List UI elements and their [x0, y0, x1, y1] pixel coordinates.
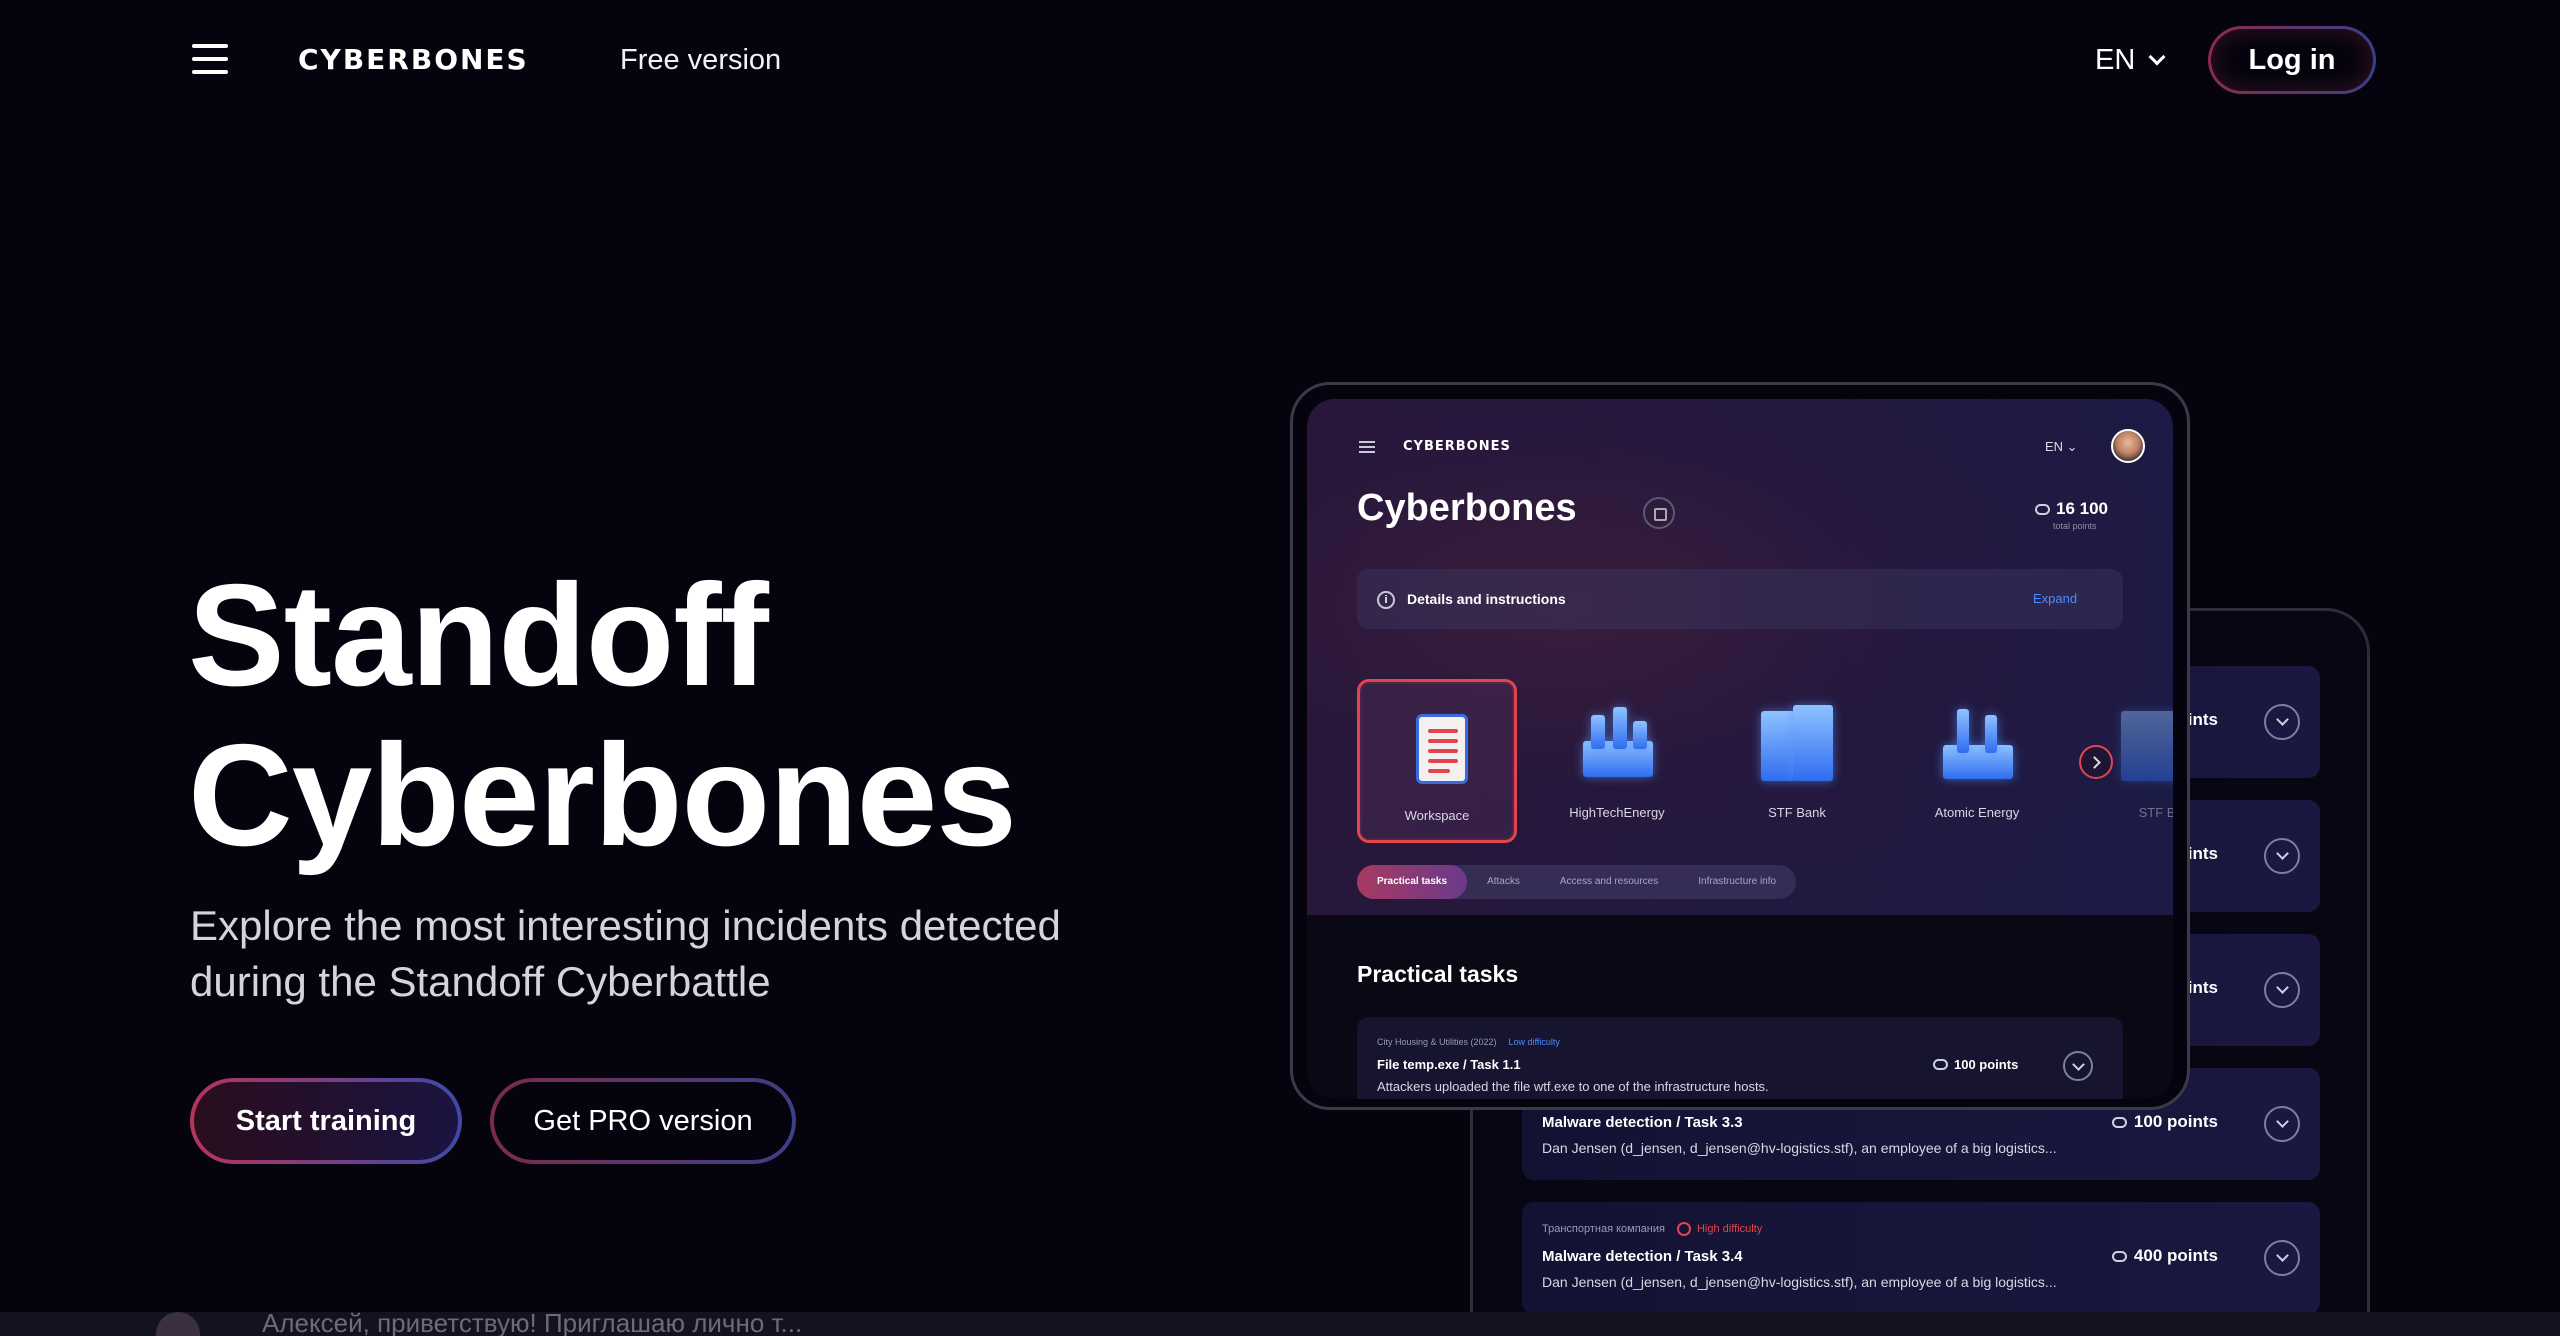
- document-icon: [1400, 704, 1480, 794]
- top-nav: CYBERBONES Free version EN Log in: [0, 0, 2560, 120]
- task-points: 100 points: [1933, 1057, 2018, 1072]
- coin-icon: [2111, 1250, 2127, 1262]
- device-screen: CYBERBONES EN ⌄ Cyberbones 16 100 total …: [1307, 399, 2173, 1099]
- bank-icon: [1757, 701, 1837, 791]
- task-points-value: 400 points: [2133, 1246, 2218, 1265]
- menu-icon[interactable]: [192, 44, 228, 74]
- section-title: Practical tasks: [1357, 961, 1519, 987]
- carousel-next-icon[interactable]: [2079, 745, 2113, 779]
- task-points: ints: [2187, 710, 2218, 729]
- category-label: HighTechEnergy: [1569, 805, 1665, 820]
- task-points-value: 100 points: [2133, 1112, 2218, 1131]
- notification-text: Алексей, приветствую! Приглашаю лично т.…: [262, 1308, 803, 1336]
- language-selector[interactable]: EN: [2095, 44, 2166, 77]
- task-difficulty: High difficulty: [1677, 1222, 1762, 1236]
- coin-icon: [2111, 1116, 2127, 1128]
- notification-strip[interactable]: Алексей, приветствую! Приглашаю лично т.…: [0, 1308, 2560, 1336]
- expand-chevron-icon[interactable]: [2264, 1106, 2300, 1142]
- category-card-atomic-energy[interactable]: Atomic Energy: [1897, 679, 2057, 843]
- details-label: Details and instructions: [1407, 591, 1566, 607]
- total-points-value: 16 100: [2056, 499, 2108, 518]
- avatar: [156, 1312, 200, 1336]
- task-points: ints: [2187, 844, 2218, 863]
- task-meta: City Housing & Utilities (2022) Low diff…: [1377, 1037, 1560, 1047]
- task-description: Dan Jensen (d_jensen, d_jensen@hv-logist…: [1542, 1140, 2057, 1156]
- app-language-selector[interactable]: EN ⌄: [2045, 439, 2078, 455]
- task-points: ints: [2187, 978, 2218, 997]
- expand-chevron-icon[interactable]: [2063, 1051, 2093, 1081]
- coin-icon: [2035, 503, 2050, 515]
- hero-title: Standoff Cyberbones: [188, 554, 1017, 876]
- expand-link[interactable]: Expand: [2033, 591, 2077, 606]
- task-category: City Housing & Utilities (2022): [1377, 1037, 1497, 1047]
- total-points-label: total points: [2053, 521, 2097, 531]
- expand-chevron-icon[interactable]: [2264, 972, 2300, 1008]
- task-description: Attackers uploaded the file wtf.exe to o…: [1377, 1079, 1769, 1094]
- task-meta: Транспортная компания High difficulty: [1542, 1222, 1762, 1236]
- back-task-row: Транспортная компания High difficulty Ma…: [1522, 1202, 2320, 1314]
- tab-access-and-resources[interactable]: Access and resources: [1540, 865, 1678, 899]
- category-card-stf-bank[interactable]: STF Bank: [1717, 679, 1877, 843]
- external-link-icon[interactable]: [1643, 497, 1675, 529]
- start-training-button[interactable]: Start training: [190, 1078, 462, 1164]
- front-device-preview: CYBERBONES EN ⌄ Cyberbones 16 100 total …: [1290, 382, 2190, 1110]
- free-version-label: Free version: [620, 44, 782, 76]
- avatar[interactable]: [2111, 429, 2145, 463]
- app-logo: CYBERBONES: [1403, 439, 1511, 454]
- app-language-label: EN: [2045, 439, 2064, 454]
- expand-chevron-icon[interactable]: [2264, 704, 2300, 740]
- category-card-workspace[interactable]: Workspace: [1357, 679, 1517, 843]
- task-title: Malware detection / Task 3.4: [1542, 1248, 1743, 1265]
- details-panel[interactable]: i Details and instructions Expand: [1357, 569, 2123, 629]
- factory-icon: [1577, 701, 1657, 791]
- hero-title-line2: Cyberbones: [188, 714, 1017, 876]
- expand-chevron-icon[interactable]: [2264, 838, 2300, 874]
- bank-icon: [2117, 701, 2173, 791]
- tab-bar: Practical tasks Attacks Access and resou…: [1357, 865, 1797, 899]
- category-label: Workspace: [1404, 808, 1470, 823]
- language-label: EN: [2095, 44, 2136, 76]
- login-button[interactable]: Log in: [2208, 26, 2376, 94]
- hero-subtitle: Explore the most interesting incidents d…: [190, 902, 1061, 1005]
- task-difficulty: Low difficulty: [1508, 1037, 1560, 1047]
- task-points: 400 points: [2111, 1246, 2218, 1266]
- category-label: STF Bank: [1768, 805, 1826, 820]
- task-description: Dan Jensen (d_jensen, d_jensen@hv-logist…: [1542, 1274, 2057, 1290]
- total-points: 16 100: [2035, 499, 2108, 519]
- info-icon: i: [1377, 591, 1395, 609]
- task-title: File temp.exe / Task 1.1: [1377, 1057, 1521, 1072]
- power-plant-icon: [1937, 701, 2017, 791]
- task-category: Транспортная компания: [1542, 1223, 1665, 1235]
- tab-infrastructure-info[interactable]: Infrastructure info: [1678, 865, 1796, 899]
- category-label: STF B: [2138, 805, 2173, 820]
- tab-practical-tasks[interactable]: Practical tasks: [1357, 865, 1468, 899]
- expand-chevron-icon[interactable]: [2264, 1240, 2300, 1276]
- app-page-title: Cyberbones: [1357, 487, 1577, 529]
- task-title: Malware detection / Task 3.3: [1542, 1114, 1743, 1131]
- coin-icon: [1933, 1059, 1948, 1070]
- task-card[interactable]: City Housing & Utilities (2022) Low diff…: [1357, 1017, 2123, 1099]
- hero-title-line1: Standoff: [188, 554, 769, 716]
- logo[interactable]: CYBERBONES: [298, 43, 529, 76]
- task-points-value: 100 points: [1954, 1057, 2019, 1072]
- category-card-hightechenergy[interactable]: HighTechEnergy: [1537, 679, 1697, 843]
- chevron-down-icon: [2148, 48, 2166, 65]
- menu-icon[interactable]: [1359, 441, 1375, 453]
- tab-attacks[interactable]: Attacks: [1467, 865, 1540, 899]
- get-pro-button[interactable]: Get PRO version: [490, 1078, 796, 1164]
- task-points: 100 points: [2111, 1112, 2218, 1132]
- category-label: Atomic Energy: [1934, 805, 2020, 820]
